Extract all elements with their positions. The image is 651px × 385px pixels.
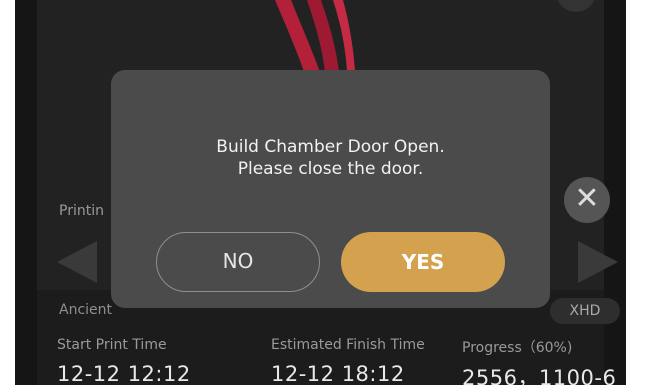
dialog-message: Build Chamber Door Open. Please close th…: [111, 136, 550, 180]
left-border: [15, 0, 37, 385]
start-time-label: Start Print Time: [57, 337, 167, 353]
dialog-message-line1: Build Chamber Door Open.: [216, 137, 445, 157]
progress-label: Progress（60%): [462, 340, 573, 356]
material-label: Ancient: [59, 302, 113, 318]
dialog-message-line2: Please close the door.: [237, 159, 424, 179]
estimated-finish-label: Estimated Finish Time: [271, 337, 425, 353]
no-button[interactable]: NO: [156, 232, 320, 292]
yes-button[interactable]: YES: [341, 232, 505, 292]
estimated-finish-value: 12-12 18:12: [271, 362, 405, 385]
door-open-dialog: Build Chamber Door Open. Please close th…: [111, 70, 550, 308]
layer-mode-badge: XHD: [550, 298, 620, 324]
printing-status-label: Printin: [59, 203, 104, 219]
prev-arrow-icon[interactable]: [57, 241, 97, 283]
next-arrow-icon[interactable]: [578, 241, 618, 283]
progress-value: 2556，1100-6: [462, 366, 617, 385]
start-time-value: 12-12 12:12: [57, 362, 191, 385]
close-icon: ✕: [574, 181, 600, 216]
close-button[interactable]: ✕: [564, 177, 610, 223]
